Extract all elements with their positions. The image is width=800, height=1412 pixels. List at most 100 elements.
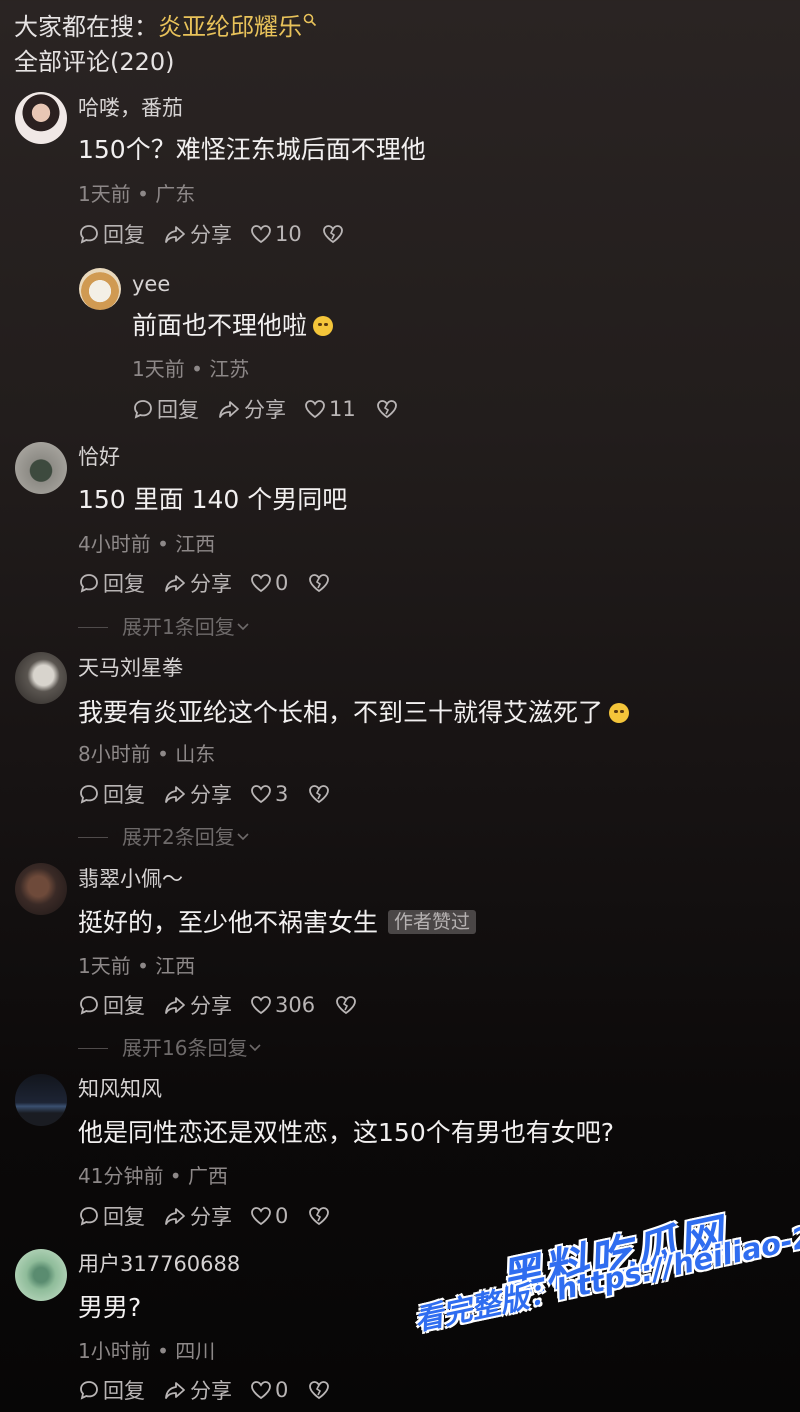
comment-actions: 回复 分享 0	[78, 1201, 351, 1231]
reply-label: 回复	[103, 994, 145, 1018]
share-label: 分享	[190, 1379, 232, 1403]
heart-icon	[251, 574, 271, 593]
reply-bubble-icon	[80, 785, 98, 804]
share-button[interactable]: 分享	[163, 779, 232, 809]
reply-bubble-icon	[134, 400, 152, 419]
smile-emoji-icon	[313, 316, 334, 336]
comment-actions: 回复 分享 306	[78, 990, 378, 1020]
reply-button[interactable]: 回复	[78, 779, 145, 809]
comment-time: 1天前	[78, 954, 131, 978]
dislike-button[interactable]	[376, 399, 401, 419]
avatar[interactable]	[15, 863, 67, 915]
dislike-button[interactable]	[322, 224, 347, 244]
reply-bubble-icon	[80, 1381, 98, 1400]
reply-label: 回复	[103, 1379, 145, 1403]
reply-button[interactable]: 回复	[78, 990, 145, 1020]
share-label: 分享	[190, 572, 232, 596]
reply-button[interactable]: 回复	[78, 1201, 145, 1231]
comment-location: 广东	[155, 182, 196, 206]
comment-time: 8小时前	[78, 742, 151, 766]
reply-label: 回复	[103, 783, 145, 807]
share-button[interactable]: 分享	[163, 1201, 232, 1231]
expand-replies-button[interactable]: 展开1条回复	[78, 613, 251, 641]
chevron-down-icon	[237, 623, 249, 631]
comment-author[interactable]: 天马刘星拳	[78, 654, 183, 682]
comment-author[interactable]: 知风知风	[78, 1075, 162, 1103]
expand-replies-button[interactable]: 展开2条回复	[78, 823, 251, 851]
search-icon[interactable]	[303, 4, 317, 40]
expand-label: 展开2条回复	[122, 825, 235, 849]
heart-icon	[251, 1381, 271, 1400]
share-button[interactable]: 分享	[163, 1375, 232, 1405]
broken-heart-icon	[309, 574, 330, 593]
reply-label: 回复	[103, 223, 145, 247]
comment-actions: 回复 分享 11	[132, 394, 419, 424]
reply-button[interactable]: 回复	[132, 394, 199, 424]
reply-button[interactable]: 回复	[78, 219, 145, 249]
comment-location: 四川	[175, 1339, 216, 1363]
like-button[interactable]: 0	[250, 1204, 288, 1228]
expand-replies-button[interactable]: 展开16条回复	[78, 1034, 263, 1062]
share-label: 分享	[190, 223, 232, 247]
reply-bubble-icon	[80, 1207, 98, 1226]
dislike-button[interactable]	[308, 573, 333, 593]
reply-button[interactable]: 回复	[78, 1375, 145, 1405]
share-button[interactable]: 分享	[163, 990, 232, 1020]
like-button[interactable]: 0	[250, 571, 288, 595]
comment-location: 江苏	[209, 357, 250, 381]
reply-button[interactable]: 回复	[78, 568, 145, 598]
comment-time: 4小时前	[78, 532, 151, 556]
comment-text: 150 里面 140 个男同吧	[78, 485, 348, 514]
reply-bubble-icon	[80, 225, 98, 244]
comment-time: 41分钟前	[78, 1164, 164, 1188]
reply-label: 回复	[103, 572, 145, 596]
share-arrow-icon	[165, 1208, 185, 1225]
comment-time: 1天前	[132, 357, 185, 381]
like-button[interactable]: 0	[250, 1378, 288, 1402]
avatar[interactable]	[15, 1074, 67, 1126]
dislike-button[interactable]	[308, 1380, 333, 1400]
heart-icon	[305, 400, 325, 419]
comment-author[interactable]: 恰好	[78, 443, 120, 471]
dislike-button[interactable]	[308, 784, 333, 804]
comment-author[interactable]: 翡翠小佩～	[78, 865, 183, 893]
comment-time: 1小时前	[78, 1339, 151, 1363]
divider-line	[78, 1047, 108, 1049]
avatar[interactable]	[15, 652, 67, 704]
share-arrow-icon	[165, 1382, 185, 1399]
broken-heart-icon	[336, 996, 356, 1015]
comment-author[interactable]: yee	[132, 270, 170, 298]
avatar[interactable]	[15, 442, 67, 494]
comment-location: 江西	[155, 954, 196, 978]
like-count: 0	[275, 1378, 289, 1402]
like-button[interactable]: 11	[304, 397, 356, 421]
broken-heart-icon	[322, 225, 343, 244]
comment-text-content: 前面也不理他啦	[132, 311, 308, 340]
share-button[interactable]: 分享	[163, 568, 232, 598]
like-count: 306	[275, 993, 316, 1017]
dislike-button[interactable]	[308, 1206, 333, 1226]
trending-search-term[interactable]: 炎亚纶邱耀乐	[158, 13, 302, 41]
comments-header: 全部评论(220)	[14, 48, 175, 76]
share-button[interactable]: 分享	[163, 219, 232, 249]
comment-meta: 1小时前 • 四川	[78, 1339, 216, 1363]
comment-actions: 回复 分享 0	[78, 568, 351, 598]
trending-search-bar[interactable]: 大家都在搜：炎亚纶邱耀乐	[14, 4, 317, 45]
share-button[interactable]: 分享	[217, 394, 286, 424]
chevron-down-icon	[249, 1044, 262, 1052]
comment-author[interactable]: 用户317760688	[78, 1250, 240, 1278]
like-button[interactable]: 306	[250, 993, 315, 1017]
avatar[interactable]	[79, 268, 121, 310]
share-arrow-icon	[165, 575, 185, 592]
heart-icon	[251, 785, 271, 804]
like-button[interactable]: 10	[250, 222, 302, 246]
avatar[interactable]	[15, 1249, 67, 1301]
comment-time: 1天前	[78, 182, 131, 206]
comment-text: 男男?	[78, 1293, 142, 1322]
like-button[interactable]: 3	[250, 782, 288, 806]
avatar[interactable]	[15, 92, 67, 144]
comment-text: 150个？难怪汪东城后面不理他	[78, 135, 426, 164]
comment-author[interactable]: 哈喽，番茄	[78, 94, 183, 122]
broken-heart-icon	[376, 400, 397, 419]
dislike-button[interactable]	[335, 995, 360, 1015]
